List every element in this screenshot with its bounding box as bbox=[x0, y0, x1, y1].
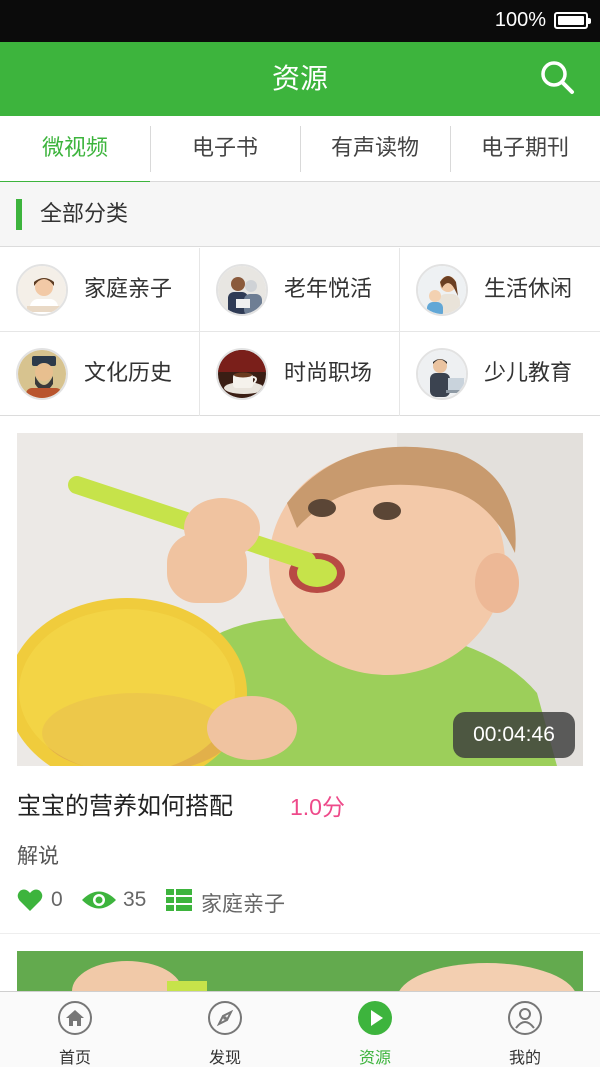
nav-label: 首页 bbox=[58, 1048, 91, 1067]
compass-icon bbox=[208, 1001, 242, 1035]
video-stats: 0 35 家庭亲子 bbox=[17, 886, 577, 916]
category-label: 生活休闲 bbox=[484, 277, 573, 302]
leisure-avatar-icon bbox=[416, 264, 468, 316]
battery-icon bbox=[554, 12, 591, 29]
category-item-history[interactable]: 文化历史 bbox=[0, 332, 200, 416]
status-bar: 100% bbox=[0, 0, 600, 42]
user-icon bbox=[508, 1001, 542, 1035]
nav-label: 我的 bbox=[508, 1048, 541, 1067]
home-icon bbox=[58, 1001, 92, 1035]
category-list-icon bbox=[166, 889, 192, 911]
category-header: 全部分类 bbox=[0, 182, 600, 247]
section-marker bbox=[16, 199, 22, 230]
video-subtitle: 解说 bbox=[17, 844, 59, 868]
history-avatar-icon bbox=[16, 348, 68, 400]
family-avatar-icon bbox=[16, 264, 68, 316]
category-label: 时尚职场 bbox=[284, 361, 373, 386]
page-title: 资源 bbox=[271, 62, 328, 95]
video-duration: 00:04:46 bbox=[453, 712, 575, 758]
nav-item-discover[interactable]: 发现 bbox=[150, 992, 300, 1067]
nav-label: 发现 bbox=[208, 1048, 241, 1067]
category-item-education[interactable]: 少儿教育 bbox=[400, 332, 600, 416]
heart-icon[interactable] bbox=[17, 888, 43, 912]
category-item-family[interactable]: 家庭亲子 bbox=[0, 248, 200, 332]
nav-item-home[interactable]: 首页 bbox=[0, 992, 150, 1067]
video-title[interactable]: 宝宝的营养如何搭配 bbox=[17, 786, 233, 821]
nav-label: 资源 bbox=[358, 1048, 391, 1067]
like-count: 0 bbox=[51, 888, 63, 911]
play-icon bbox=[358, 1001, 392, 1035]
category-grid: 家庭亲子 老年悦活 生活休闲 文化历史 时尚职场 少儿教育 bbox=[0, 248, 600, 416]
video-category[interactable]: 家庭亲子 bbox=[201, 888, 285, 918]
app-header: 资源 bbox=[0, 42, 600, 116]
category-label: 家庭亲子 bbox=[84, 277, 173, 302]
tab-audiobook[interactable]: 有声读物 bbox=[300, 116, 450, 182]
search-button[interactable] bbox=[538, 58, 578, 98]
baby-image bbox=[17, 951, 583, 991]
coffee-avatar-icon bbox=[216, 348, 268, 400]
category-section-title: 全部分类 bbox=[40, 202, 129, 227]
category-item-leisure[interactable]: 生活休闲 bbox=[400, 248, 600, 332]
video-card[interactable]: 00:04:46 宝宝的营养如何搭配 1.0分 解说 0 35 家庭亲子 bbox=[0, 416, 600, 934]
search-icon bbox=[541, 61, 574, 94]
tab-micro-video[interactable]: 微视频 bbox=[0, 116, 150, 183]
tab-ejournal[interactable]: 电子期刊 bbox=[450, 116, 600, 182]
video-thumbnail[interactable]: 00:04:46 bbox=[17, 433, 583, 766]
nav-item-mine[interactable]: 我的 bbox=[450, 992, 600, 1067]
bottom-nav: 首页 发现 资源 我的 bbox=[0, 991, 600, 1067]
tab-ebook[interactable]: 电子书 bbox=[150, 116, 300, 182]
category-label: 少儿教育 bbox=[484, 361, 573, 386]
eye-icon bbox=[82, 891, 116, 909]
category-item-elderly[interactable]: 老年悦活 bbox=[200, 248, 400, 332]
elderly-avatar-icon bbox=[216, 264, 268, 316]
education-avatar-icon bbox=[416, 348, 468, 400]
resource-tabs: 微视频 电子书 有声读物 电子期刊 bbox=[0, 116, 600, 183]
category-label: 老年悦活 bbox=[284, 277, 373, 302]
video-card-next-thumbnail[interactable] bbox=[17, 951, 583, 991]
category-label: 文化历史 bbox=[84, 361, 173, 386]
category-item-fashion-career[interactable]: 时尚职场 bbox=[200, 332, 400, 416]
video-score: 1.0分 bbox=[290, 794, 345, 820]
nav-item-resources[interactable]: 资源 bbox=[300, 992, 450, 1067]
battery-percent: 100% bbox=[494, 9, 546, 31]
view-count: 35 bbox=[123, 888, 147, 911]
